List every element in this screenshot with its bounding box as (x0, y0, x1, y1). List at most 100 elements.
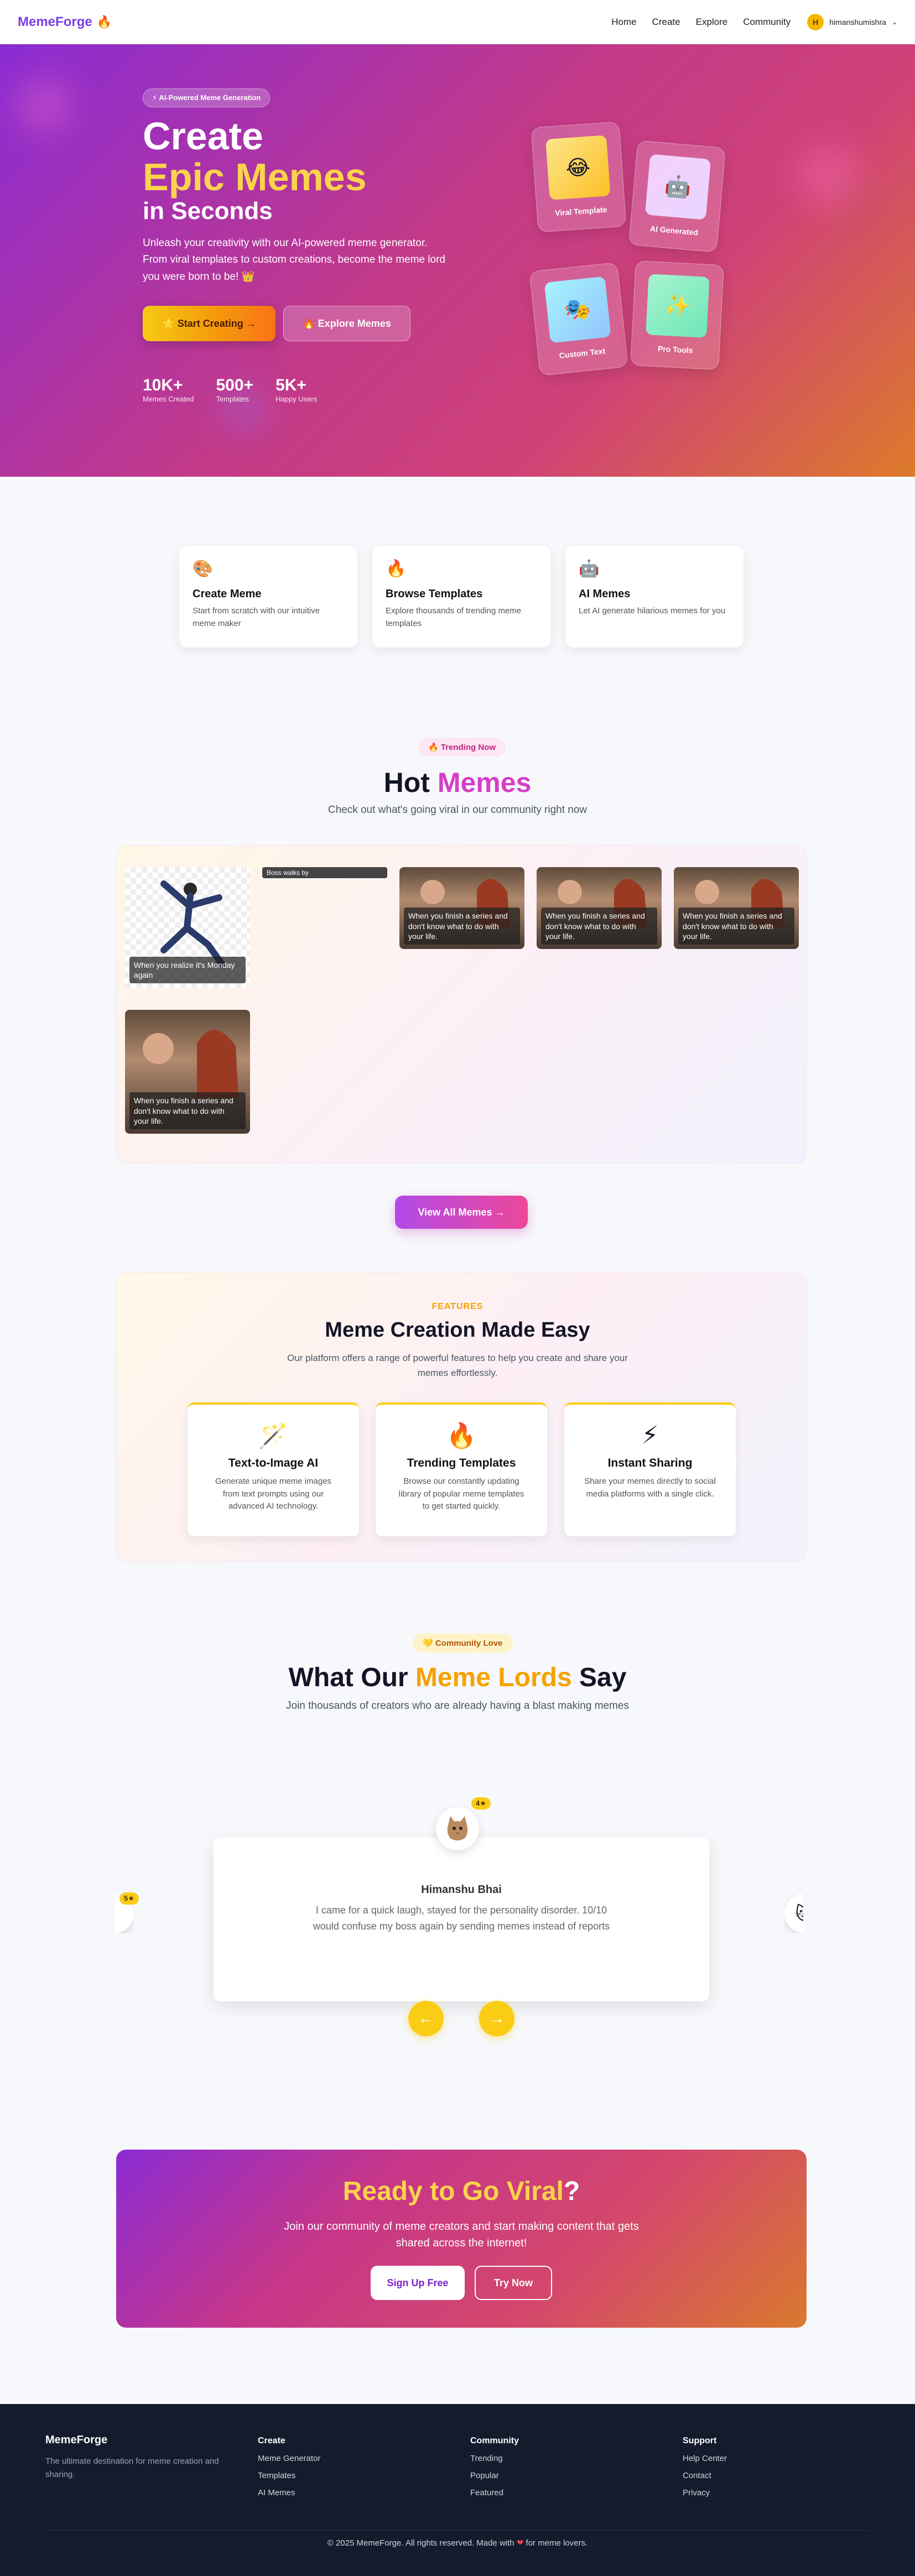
hero-description: Unleash your creativity with our AI-powe… (143, 237, 445, 283)
meme-card[interactable]: When you finish a series and don't know … (399, 867, 524, 949)
footer-column-title: Create (258, 2436, 285, 2445)
feature-desc: Generate unique meme images from text pr… (215, 1477, 332, 1511)
feature-card-pro-tools[interactable]: ✨ Pro Tools (630, 260, 724, 371)
avatar: H (807, 14, 824, 30)
feature-card-custom-text[interactable]: 🎭 Custom Text (529, 262, 628, 376)
robot-icon: 🤖 (579, 560, 600, 578)
sign-up-free-button[interactable]: Sign Up Free (371, 2266, 465, 2300)
feature-card-label: AI Generated (649, 223, 699, 237)
trending-title-a: Hot (383, 767, 430, 798)
next-arrow-button[interactable]: → (479, 2001, 514, 2036)
nav-link-create[interactable]: Create (652, 17, 680, 28)
brand-logo[interactable]: MemeForge 🔥 (18, 14, 112, 30)
explore-memes-button[interactable]: 🔥 Explore Memes (283, 306, 410, 341)
nav-link-explore[interactable]: Explore (696, 17, 728, 28)
feature-title: Instant Sharing (607, 1457, 693, 1469)
feature-card-label: Custom Text (558, 346, 606, 360)
cat-avatar-icon (436, 1807, 479, 1850)
cat-avatar-icon: 🐱 (784, 1894, 803, 1933)
footer-column-title: Support (683, 2436, 717, 2445)
fire-icon: 🔥 (386, 560, 407, 578)
previous-arrow-button[interactable]: ← (408, 2001, 444, 2036)
meme-card[interactable]: Boss walks by (262, 867, 387, 879)
footer-link[interactable]: AI Memes (258, 2488, 320, 2497)
quick-card-title: Browse Templates (386, 588, 483, 600)
sparkles-icon: ✨ (646, 274, 710, 338)
meme-card[interactable]: When you realize it's Monday again (125, 867, 250, 988)
try-now-button[interactable]: Try Now (475, 2266, 552, 2300)
hero-title: Create Epic Memes in Seconds (143, 116, 367, 224)
footer-column-title: Community (470, 2436, 519, 2445)
footer-link[interactable]: Featured (470, 2488, 519, 2497)
user-name: himanshumishra (829, 18, 886, 27)
quick-card-browse-templates[interactable]: 🔥 Browse Templates Explore thousands of … (372, 546, 550, 648)
trending-title-b: Memes (437, 767, 532, 798)
cta-title-a: Ready to Go (342, 2177, 500, 2206)
testimonial-quote: I came for a quick laugh, stayed for the… (313, 1905, 610, 1932)
hero-stats: 10K+ Memes Created 500+ Templates 5K+ Ha… (143, 376, 317, 403)
stat-value: 500+ (216, 376, 254, 394)
user-menu[interactable]: H himanshumishra ⌄ (807, 14, 897, 30)
hero-title-line3: in Seconds (143, 197, 273, 225)
quick-card-title: AI Memes (579, 588, 631, 600)
features-title: Meme Creation Made Easy (325, 1318, 590, 1342)
fire-icon: 🔥 (96, 15, 112, 29)
trending-subtitle: Check out what's going viral in our comm… (327, 804, 588, 816)
hero-title-line2: Epic Memes (143, 155, 367, 199)
testimonials-title-a: What Our (288, 1663, 408, 1692)
trending-title: Hot Memes (0, 766, 915, 799)
footer-link[interactable]: Trending (470, 2454, 519, 2463)
feature-card-label: Pro Tools (657, 344, 693, 355)
meme-caption: Boss walks by (262, 867, 387, 878)
stat-value: 5K+ (275, 376, 306, 394)
testimonials-title: What Our Meme Lords Say (0, 1662, 915, 1693)
nav-link-home[interactable]: Home (611, 17, 636, 28)
feature-card-viral-template[interactable]: 😂 Viral Template (531, 121, 627, 233)
nav-links: Home Create Explore Community (611, 17, 791, 28)
features-subtitle: Our platform offers a range of powerful … (287, 1353, 628, 1379)
trending-badge: 🔥 Trending Now (418, 738, 506, 757)
footer-link[interactable]: Popular (470, 2471, 519, 2480)
view-all-memes-button[interactable]: View All Memes → (395, 1196, 528, 1229)
stat-label: Templates (216, 395, 249, 403)
stat-users: 5K+ Happy Users (275, 376, 317, 403)
rating-badge: 5★ (119, 1892, 139, 1905)
footer-link[interactable]: Contact (683, 2471, 727, 2480)
quick-card-create-meme[interactable]: 🎨 Create Meme Start from scratch with ou… (179, 546, 357, 648)
footer-column-create: Create Meme Generator Templates AI Memes (258, 2436, 320, 2497)
palette-icon: 🎨 (193, 560, 214, 578)
quick-card-ai-memes[interactable]: 🤖 AI Memes Let AI generate hilarious mem… (565, 546, 744, 648)
features-kicker: FEATURES (431, 1302, 484, 1311)
testimonials-title-c: Say (579, 1663, 627, 1692)
hero-section: ⚡ AI-Powered Meme Generation Create Epic… (0, 44, 915, 477)
testimonials-title-b: Meme Lords (415, 1663, 572, 1692)
decorative-blob (17, 77, 72, 133)
decorative-blob (797, 144, 857, 205)
meme-card[interactable]: When you finish a series and don't know … (674, 867, 799, 949)
feature-card-ai-generated[interactable]: 🤖 AI Generated (628, 140, 726, 253)
quick-card-desc: Let AI generate hilarious memes for you (579, 606, 726, 616)
nav-link-community[interactable]: Community (743, 17, 791, 28)
meme-caption: When you finish a series and don't know … (404, 908, 520, 945)
heart-icon: ❤ (516, 2538, 524, 2548)
footer-link[interactable]: Privacy (683, 2488, 727, 2497)
lightning-icon: ⚡ (641, 1422, 659, 1449)
meme-caption: When you finish a series and don't know … (541, 908, 657, 945)
community-badge: 💛 Community Love (413, 1634, 513, 1652)
testimonials-subtitle: Join thousands of creators who are alrea… (286, 1700, 629, 1712)
footer-divider (45, 2530, 870, 2531)
footer-copyright: © 2025 MemeForge. All rights reserved. M… (0, 2538, 915, 2548)
footer-brand: MemeForge (45, 2434, 108, 2446)
stat-label: Happy Users (275, 395, 318, 403)
cta-section: Ready to Go Viral? Join our community of… (116, 2150, 807, 2328)
start-creating-button[interactable]: ⭐ Start Creating → (143, 306, 275, 341)
stat-templates: 500+ Templates (216, 376, 253, 403)
footer-link[interactable]: Templates (258, 2471, 320, 2480)
footer-link[interactable]: Help Center (683, 2454, 727, 2463)
meme-card[interactable]: When you finish a series and don't know … (125, 1010, 250, 1134)
quick-card-desc: Start from scratch with our intuitive me… (193, 606, 320, 628)
stat-label: Memes Created (143, 395, 194, 403)
footer-link[interactable]: Meme Generator (258, 2454, 320, 2463)
meme-caption: When you finish a series and don't know … (129, 1092, 246, 1129)
meme-card[interactable]: When you finish a series and don't know … (537, 867, 662, 949)
